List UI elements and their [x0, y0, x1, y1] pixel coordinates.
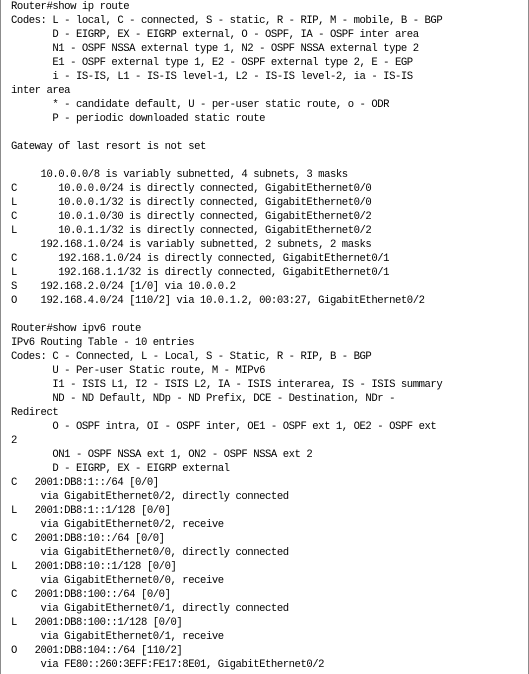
terminal-line: ON1 - OSPF NSSA ext 1, ON2 - OSPF NSSA e…	[11, 449, 313, 461]
terminal-line: C 2001:DB8:1::/64 [0/0]	[11, 477, 159, 489]
terminal-line: Redirect	[11, 407, 59, 419]
terminal-line: Router#show ip route	[11, 1, 130, 13]
terminal-line: C 2001:DB8:10::/64 [0/0]	[11, 533, 165, 545]
terminal-line: L 2001:DB8:1::1/128 [0/0]	[11, 505, 171, 517]
terminal-line: 192.168.1.0/24 is variably subnetted, 2 …	[11, 239, 372, 251]
terminal-line: Gateway of last resort is not set	[11, 141, 206, 153]
terminal-line: N1 - OSPF NSSA external type 1, N2 - OSP…	[11, 43, 419, 55]
terminal-line: inter area	[11, 85, 71, 97]
terminal-line: L 10.0.1.1/32 is directly connected, Gig…	[11, 225, 372, 237]
terminal-line: C 10.0.1.0/30 is directly connected, Gig…	[11, 211, 372, 223]
terminal-line: via GigabitEthernet0/2, receive	[11, 519, 225, 531]
terminal-line: IPv6 Routing Table - 10 entries	[11, 337, 195, 349]
terminal-line: P - periodic downloaded static route	[11, 113, 266, 125]
terminal-line: L 192.168.1.1/32 is directly connected, …	[11, 267, 390, 279]
terminal-line: via FE80::260:3EFF:FE17:8E01, GigabitEth…	[11, 659, 325, 671]
terminal-line: via GigabitEthernet0/1, receive	[11, 631, 225, 643]
terminal-line: O 192.168.4.0/24 [110/2] via 10.0.1.2, 0…	[11, 295, 425, 307]
terminal-line: L 2001:DB8:100::1/128 [0/0]	[11, 617, 183, 629]
terminal-line: Codes: L - local, C - connected, S - sta…	[11, 15, 443, 27]
terminal-line: S 192.168.2.0/24 [1/0] via 10.0.0.2	[11, 281, 236, 293]
terminal-line: C 192.168.1.0/24 is directly connected, …	[11, 253, 390, 265]
terminal-line: O - OSPF intra, OI - OSPF inter, OE1 - O…	[11, 421, 437, 433]
terminal-line: via GigabitEthernet0/1, directly connect…	[11, 603, 290, 615]
terminal-line: C 10.0.0.0/24 is directly connected, Gig…	[11, 183, 372, 195]
terminal-line: U - Per-user Static route, M - MIPv6	[11, 365, 266, 377]
terminal-line: Router#show ipv6 route	[11, 323, 141, 335]
terminal-line: L 10.0.0.1/32 is directly connected, Gig…	[11, 197, 372, 209]
terminal-line: * - candidate default, U - per-user stat…	[11, 99, 390, 111]
terminal-line: E1 - OSPF external type 1, E2 - OSPF ext…	[11, 57, 413, 69]
terminal-line: via GigabitEthernet0/2, directly connect…	[11, 491, 290, 503]
terminal-line: 2	[11, 435, 17, 447]
terminal-line: 10.0.0.0/8 is variably subnetted, 4 subn…	[11, 169, 349, 181]
terminal-line: via GigabitEthernet0/0, directly connect…	[11, 547, 290, 559]
terminal-line: C 2001:DB8:100::/64 [0/0]	[11, 589, 171, 601]
terminal-line: O 2001:DB8:104::/64 [110/2]	[11, 645, 183, 657]
terminal-output[interactable]: Router#show ip route Codes: L - local, C…	[0, 0, 529, 674]
terminal-line: i - IS-IS, L1 - IS-IS level-1, L2 - IS-I…	[11, 71, 413, 83]
terminal-line: I1 - ISIS L1, I2 - ISIS L2, IA - ISIS in…	[11, 379, 443, 391]
terminal-line: D - EIGRP, EX - EIGRP external, O - OSPF…	[11, 29, 419, 41]
terminal-line: D - EIGRP, EX - EIGRP external	[11, 463, 230, 475]
terminal-line: Codes: C - Connected, L - Local, S - Sta…	[11, 351, 372, 363]
terminal-line: via GigabitEthernet0/0, receive	[11, 575, 225, 587]
terminal-line: ND - ND Default, NDp - ND Prefix, DCE - …	[11, 393, 395, 405]
terminal-line: L 2001:DB8:10::1/128 [0/0]	[11, 561, 177, 573]
